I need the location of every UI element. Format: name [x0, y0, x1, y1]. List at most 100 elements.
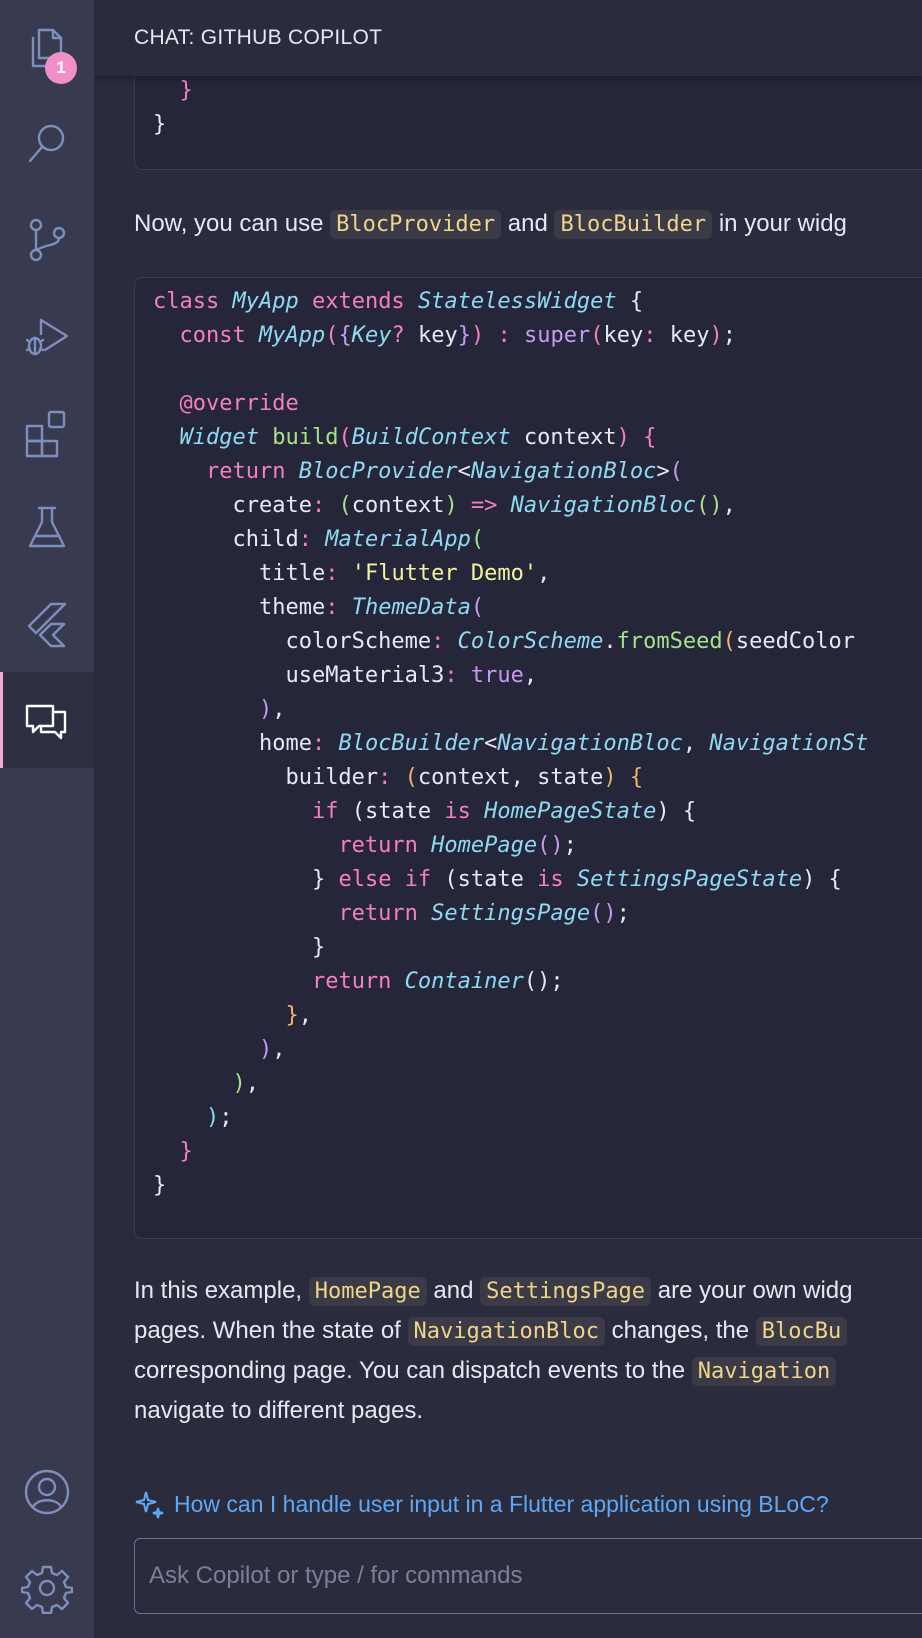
code-line: }	[153, 931, 325, 965]
code-token: :	[444, 663, 471, 688]
code-token: )	[470, 323, 498, 348]
code-token: context	[351, 493, 445, 518]
code-line: }	[153, 112, 167, 137]
code-token: MyApp	[258, 323, 326, 348]
chat-button[interactable]	[0, 672, 94, 768]
inline-code: BlocBuilder	[554, 210, 713, 239]
code-token: title	[258, 561, 326, 586]
code-token: const	[179, 323, 259, 348]
code-token: (state	[351, 799, 445, 824]
run-debug-button[interactable]	[0, 288, 94, 384]
code-token: ();	[523, 969, 564, 994]
code-token: }	[311, 935, 326, 960]
explorer-badge: 1	[45, 52, 77, 84]
code-token: Widget	[179, 425, 259, 450]
chat-paragraph-line: corresponding page. You can dispatch eve…	[134, 1354, 837, 1389]
code-token: theme	[258, 595, 326, 620]
code-line: @override	[153, 387, 299, 421]
code-token: ,	[298, 1003, 312, 1028]
code-token: SettingsPageState	[576, 867, 803, 892]
code-token: (	[590, 323, 604, 348]
code-token: else if	[338, 867, 445, 892]
code-token: super	[523, 323, 591, 348]
search-button[interactable]	[0, 96, 94, 192]
code-token: }	[457, 323, 471, 348]
code-token: )	[258, 1037, 273, 1062]
flutter-icon	[27, 602, 67, 648]
chat-paragraph-line: In this example, HomePage and SettingsPa…	[134, 1277, 853, 1306]
code-token: <	[457, 459, 471, 484]
code-token: StatelessWidget	[417, 289, 617, 314]
code-token: 'Flutter Demo'	[351, 561, 538, 586]
code-token: (	[338, 493, 352, 518]
inline-code: SettingsPage	[480, 1277, 652, 1306]
activity-bar: 1	[0, 0, 94, 1638]
code-token: )	[232, 1071, 246, 1096]
code-token: <	[484, 731, 498, 756]
code-token: ,	[272, 697, 286, 722]
code-line: colorScheme: ColorScheme.fromSeed(seedCo…	[153, 625, 855, 659]
code-token: =>	[457, 493, 511, 518]
code-token: fromSeed	[616, 629, 723, 654]
code-token: {	[629, 425, 657, 450]
follow-up-suggestion[interactable]: How can I handle user input in a Flutter…	[134, 1486, 829, 1522]
account-button[interactable]	[0, 1444, 94, 1540]
code-line: theme: ThemeData(	[153, 591, 484, 625]
code-token: {	[616, 289, 644, 314]
extensions-button[interactable]	[0, 384, 94, 480]
source-control-button[interactable]	[0, 192, 94, 288]
panel-header: CHAT: GITHUB COPILOT	[94, 0, 922, 76]
testing-button[interactable]	[0, 480, 94, 576]
code-line: Widget build(BuildContext context) {	[153, 421, 657, 455]
code-token: }	[153, 1173, 167, 1198]
code-token: build	[272, 425, 339, 450]
code-line: builder: (context, state) {	[153, 761, 643, 795]
chat-input[interactable]	[134, 1538, 922, 1614]
code-token: :	[497, 323, 524, 348]
code-token: ;	[563, 833, 577, 858]
code-token: ?	[391, 323, 418, 348]
code-line: child: MaterialApp(	[153, 523, 484, 557]
inline-code: NavigationBloc	[407, 1317, 605, 1346]
explorer-button[interactable]: 1	[0, 0, 94, 96]
code-token: {	[616, 765, 644, 790]
code-token: (	[338, 425, 352, 450]
code-token: NavigationSt	[709, 731, 869, 756]
settings-button[interactable]	[0, 1540, 94, 1636]
code-block[interactable]: class MyApp extends StatelessWidget { co…	[134, 277, 922, 1239]
code-token: ,	[682, 731, 710, 756]
extensions-icon	[25, 410, 66, 458]
code-token: :	[643, 323, 670, 348]
code-token: is	[537, 867, 577, 892]
code-token: child	[232, 527, 299, 552]
flutter-button[interactable]	[0, 576, 94, 672]
code-token: (	[325, 323, 339, 348]
code-token: (	[470, 595, 485, 620]
code-line: }	[153, 78, 193, 103]
code-line: const MyApp({Key? key}) : super(key: key…	[153, 319, 736, 353]
code-token: return	[338, 901, 432, 926]
code-token: )	[709, 323, 723, 348]
code-token: ,	[537, 561, 551, 586]
code-line: home: BlocBuilder<NavigationBloc, Naviga…	[153, 727, 868, 761]
code-token: return	[311, 969, 405, 994]
code-token: MyApp	[232, 289, 299, 314]
source-control-icon	[29, 218, 66, 262]
code-token: return	[205, 459, 299, 484]
code-line: ),	[153, 1067, 259, 1101]
code-token: )	[444, 493, 458, 518]
